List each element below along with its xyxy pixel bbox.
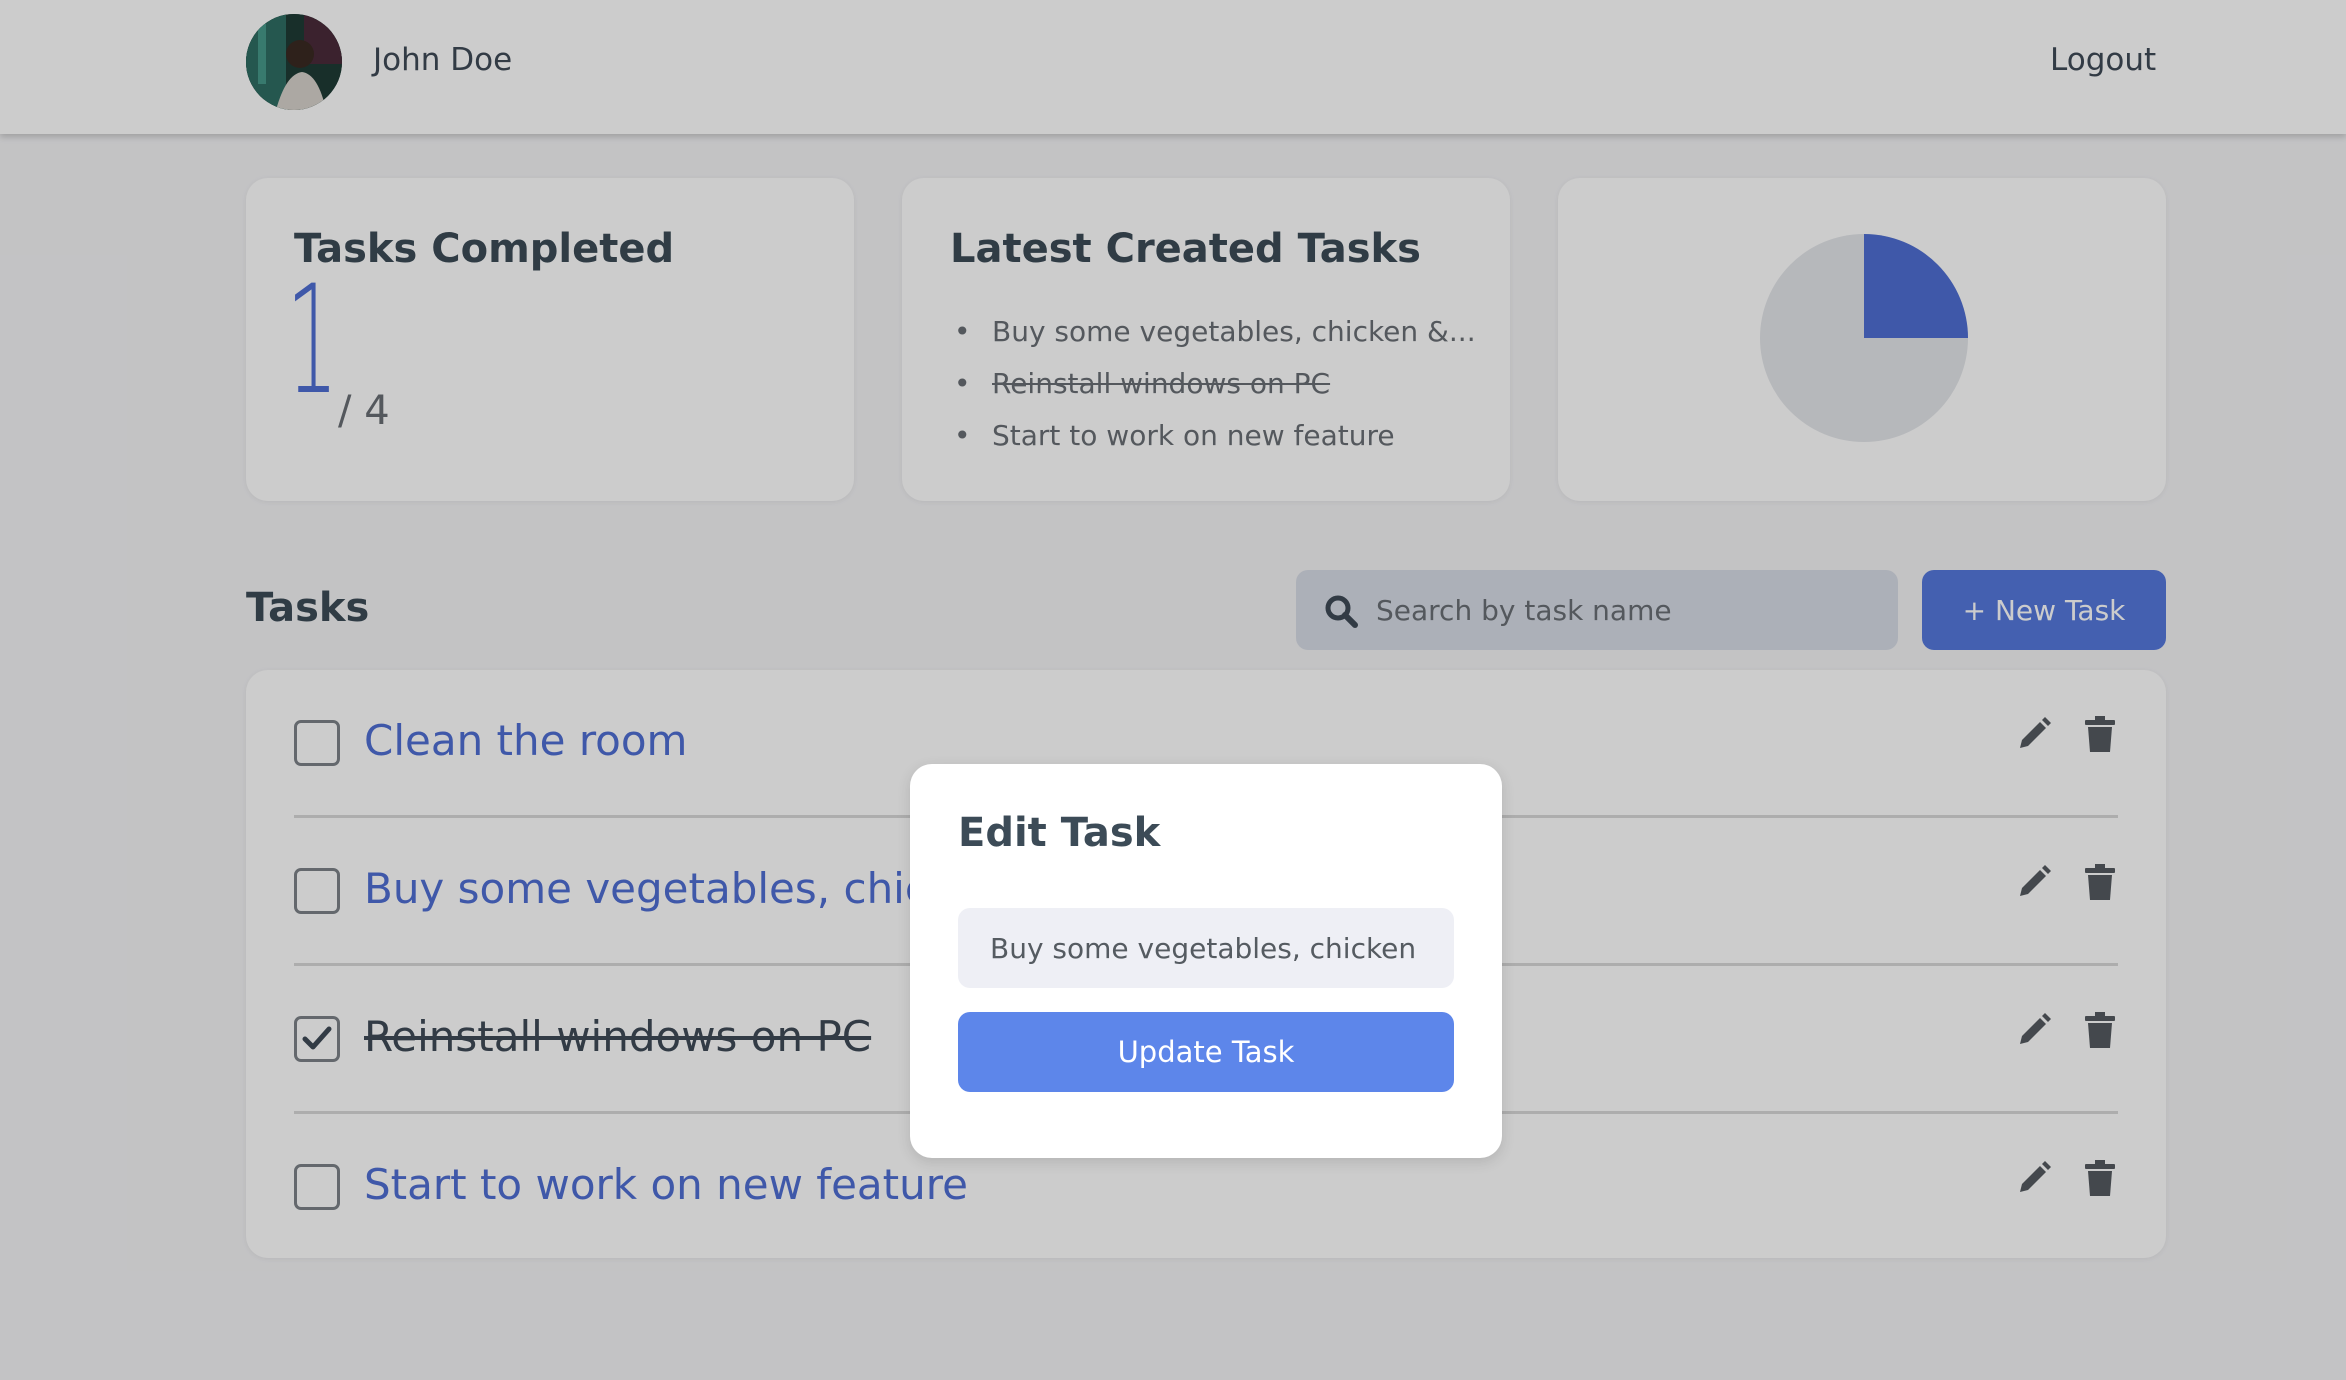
edit-task-modal: Edit Task Update Task bbox=[910, 764, 1502, 1158]
modal-overlay[interactable] bbox=[0, 0, 2346, 1380]
update-task-button[interactable]: Update Task bbox=[958, 1012, 1454, 1092]
task-name-input[interactable] bbox=[958, 908, 1454, 988]
modal-title: Edit Task bbox=[958, 810, 1161, 856]
